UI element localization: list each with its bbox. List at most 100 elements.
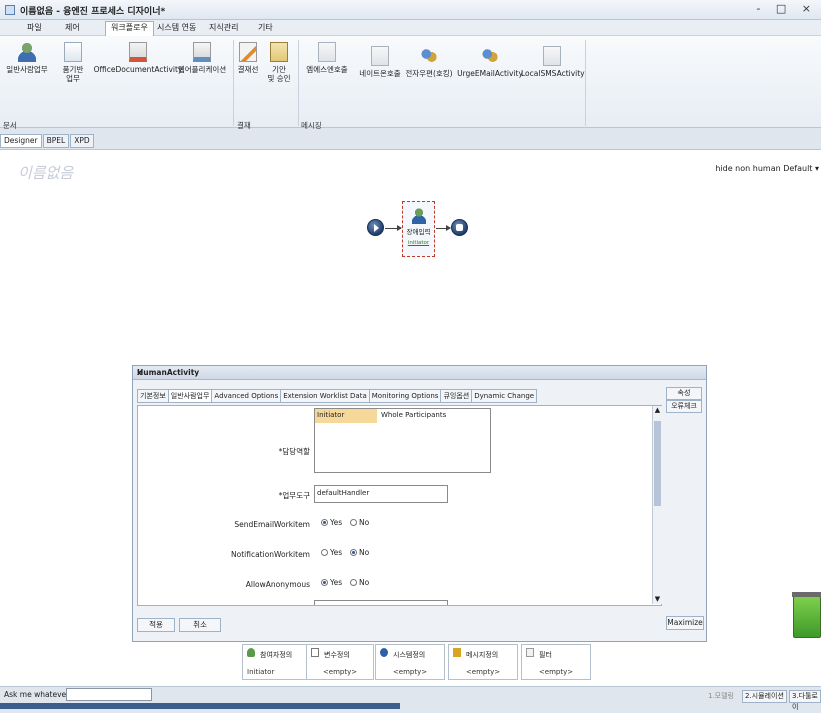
tab-advanced-options[interactable]: Advanced Options bbox=[211, 389, 282, 403]
ribbon-human-task-button[interactable]: 일반사람업무 bbox=[2, 42, 52, 74]
anonymous-no-radio[interactable]: No bbox=[350, 578, 369, 587]
tab-basic-info[interactable]: 기본정보 bbox=[137, 389, 169, 403]
window-controls[interactable]: - □ × bbox=[756, 2, 817, 15]
menu-control[interactable]: 제어 bbox=[60, 22, 85, 34]
definition-value: <empty> bbox=[465, 668, 501, 676]
radio-label: No bbox=[359, 548, 370, 557]
connector-arrow bbox=[385, 225, 402, 231]
ribbon-urge-email-button[interactable]: UrgeEMailActivity bbox=[457, 46, 523, 78]
trash-icon[interactable] bbox=[792, 592, 821, 638]
ribbon-form-task-button[interactable]: 품기반 업무 bbox=[55, 42, 91, 83]
activity-label: 장애입력 bbox=[406, 228, 431, 236]
variable-icon bbox=[311, 648, 319, 657]
ribbon-label: 전자우편(호킹) bbox=[405, 69, 453, 78]
tab-dynamic-change[interactable]: Dynamic Change bbox=[471, 389, 538, 403]
view-tabs: Designer BPEL XPD bbox=[0, 134, 95, 149]
menu-etc[interactable]: 기타 bbox=[253, 22, 278, 34]
ribbon-email-button[interactable]: 전자우편(호킹) bbox=[403, 46, 455, 78]
human-activity-node[interactable]: 장애입력 initiator bbox=[402, 201, 435, 257]
system-icon bbox=[380, 648, 388, 657]
human-activity-dialog: HumanActivity x 기본정보 일반사람업무 Advanced Optio… bbox=[132, 365, 707, 642]
send-email-label: SendEmailWorkitem bbox=[234, 520, 310, 529]
definition-label: 시스템정의 bbox=[393, 651, 426, 659]
participant-definition[interactable]: 참여자정의 Initiator bbox=[242, 644, 310, 680]
notification-yes-radio[interactable]: Yes bbox=[321, 548, 342, 557]
message-icon bbox=[453, 648, 461, 657]
os-taskbar bbox=[0, 703, 400, 709]
tool-input[interactable]: defaultHandler bbox=[314, 485, 448, 503]
send-email-no-radio[interactable]: No bbox=[350, 518, 369, 527]
ribbon: 일반사람업무 품기반 업무 OfficeDocumentActivity 웹어플… bbox=[0, 36, 821, 130]
message-definition[interactable]: 메시지정의 <empty> bbox=[448, 644, 518, 680]
ribbon-label: OfficeDocumentActivity bbox=[93, 65, 183, 74]
ribbon-msn-call-button[interactable]: 엠에스엔호출 bbox=[300, 42, 354, 74]
pen-document-icon bbox=[239, 42, 257, 62]
tab-human-task[interactable]: 일반사람업무 bbox=[167, 389, 213, 403]
ribbon-label: 일반사람업무 bbox=[6, 65, 48, 74]
scroll-down-icon[interactable]: ▼ bbox=[653, 595, 662, 604]
variable-definition[interactable]: 변수정의 <empty> bbox=[306, 644, 374, 680]
dialog-tabs: 기본정보 일반사람업무 Advanced Options Extension Work… bbox=[137, 389, 538, 403]
definition-value: <empty> bbox=[322, 668, 358, 676]
send-email-yes-radio[interactable]: Yes bbox=[321, 518, 342, 527]
system-definition[interactable]: 시스템정의 <empty> bbox=[375, 644, 445, 680]
close-icon[interactable]: x bbox=[137, 368, 702, 377]
radio-label: Yes bbox=[330, 578, 343, 587]
document-icon bbox=[64, 42, 82, 62]
notification-no-radio[interactable]: No bbox=[350, 548, 369, 557]
menu-system-integration[interactable]: 시스템 연동 bbox=[152, 22, 201, 34]
ribbon-approval-line-button[interactable]: 결재선 bbox=[236, 42, 260, 74]
title-bar: 이름없음 - 융엔진 프로세스 디자이너* - □ × bbox=[0, 0, 821, 20]
radio-label: Yes bbox=[330, 548, 343, 557]
start-event-node[interactable] bbox=[367, 219, 384, 236]
ribbon-label: 엠에스엔호출 bbox=[306, 65, 348, 74]
menu-bar: 파일 제어 워크플로우 시스템 연동 지식관리 기타 bbox=[0, 20, 821, 36]
definition-label: 메시지정의 bbox=[466, 651, 499, 659]
definition-value: <empty> bbox=[392, 668, 428, 676]
anonymous-yes-radio[interactable]: Yes bbox=[321, 578, 342, 587]
next-field-partial[interactable] bbox=[314, 600, 448, 605]
ask-label: Ask me whatever : bbox=[4, 690, 75, 699]
tab-extension-worklist[interactable]: Extension Worklist Data bbox=[280, 389, 370, 403]
tab-bpel[interactable]: BPEL bbox=[42, 134, 70, 148]
role-list[interactable]: Initiator Whole Participants bbox=[314, 408, 491, 473]
ask-input[interactable] bbox=[66, 688, 152, 701]
filter-definition[interactable]: 필터 <empty> bbox=[521, 644, 591, 680]
status-tab-deploy[interactable]: 3.다툴로이 bbox=[789, 690, 821, 711]
maximize-button[interactable]: Maximize bbox=[666, 616, 704, 630]
filter-dropdown[interactable]: hide non human Default ▾ bbox=[715, 164, 819, 173]
ribbon-draft-approve-button[interactable]: 기안 및 승인 bbox=[262, 42, 296, 83]
ribbon-nateon-call-button[interactable]: 네이트온호출 bbox=[352, 46, 408, 78]
tool-label: 업무도구 bbox=[140, 490, 310, 501]
status-tab-modeling[interactable]: 1.모델링 bbox=[705, 690, 737, 703]
scroll-up-icon[interactable]: ▲ bbox=[653, 406, 662, 415]
ribbon-group-doc: 문서 bbox=[3, 121, 17, 130]
radio-icon bbox=[350, 519, 357, 526]
definition-value: Initiator bbox=[247, 668, 275, 676]
tab-designer[interactable]: Designer bbox=[0, 134, 42, 148]
tab-monitoring-options[interactable]: Monitoring Options bbox=[368, 389, 442, 403]
apply-button[interactable]: 적용 bbox=[137, 618, 175, 632]
definition-value: <empty> bbox=[538, 668, 574, 676]
menu-file[interactable]: 파일 bbox=[22, 22, 47, 34]
ribbon-label: 품기반 업무 bbox=[62, 65, 84, 83]
menu-knowledge[interactable]: 지식관리 bbox=[204, 22, 243, 34]
ribbon-separator bbox=[585, 40, 586, 126]
end-event-node[interactable] bbox=[451, 219, 468, 236]
form-scrollbar[interactable]: ▲ ▼ bbox=[652, 406, 662, 604]
menu-workflow[interactable]: 워크플로우 bbox=[105, 21, 154, 36]
cancel-button[interactable]: 취소 bbox=[179, 618, 221, 632]
properties-side-button[interactable]: 속성 bbox=[666, 387, 702, 400]
ribbon-web-application-button[interactable]: 웹어플리케이션 bbox=[172, 42, 232, 74]
role-item-initiator[interactable]: Initiator bbox=[315, 409, 377, 423]
status-tab-simulation[interactable]: 2.시뮬레이션 bbox=[742, 690, 787, 703]
ribbon-label: 결재선 bbox=[237, 65, 259, 74]
message-icon bbox=[543, 46, 561, 66]
ribbon-local-sms-button[interactable]: LocalSMSActivity bbox=[521, 46, 585, 78]
role-item-whole-participants[interactable]: Whole Participants bbox=[379, 409, 448, 421]
tab-xpd[interactable]: XPD bbox=[70, 134, 94, 148]
error-check-side-button[interactable]: 오류체크 bbox=[666, 400, 702, 413]
scroll-thumb[interactable] bbox=[654, 421, 661, 506]
tab-queuing-options[interactable]: 큐잉옵션 bbox=[440, 389, 473, 403]
connector-arrow bbox=[436, 225, 451, 231]
